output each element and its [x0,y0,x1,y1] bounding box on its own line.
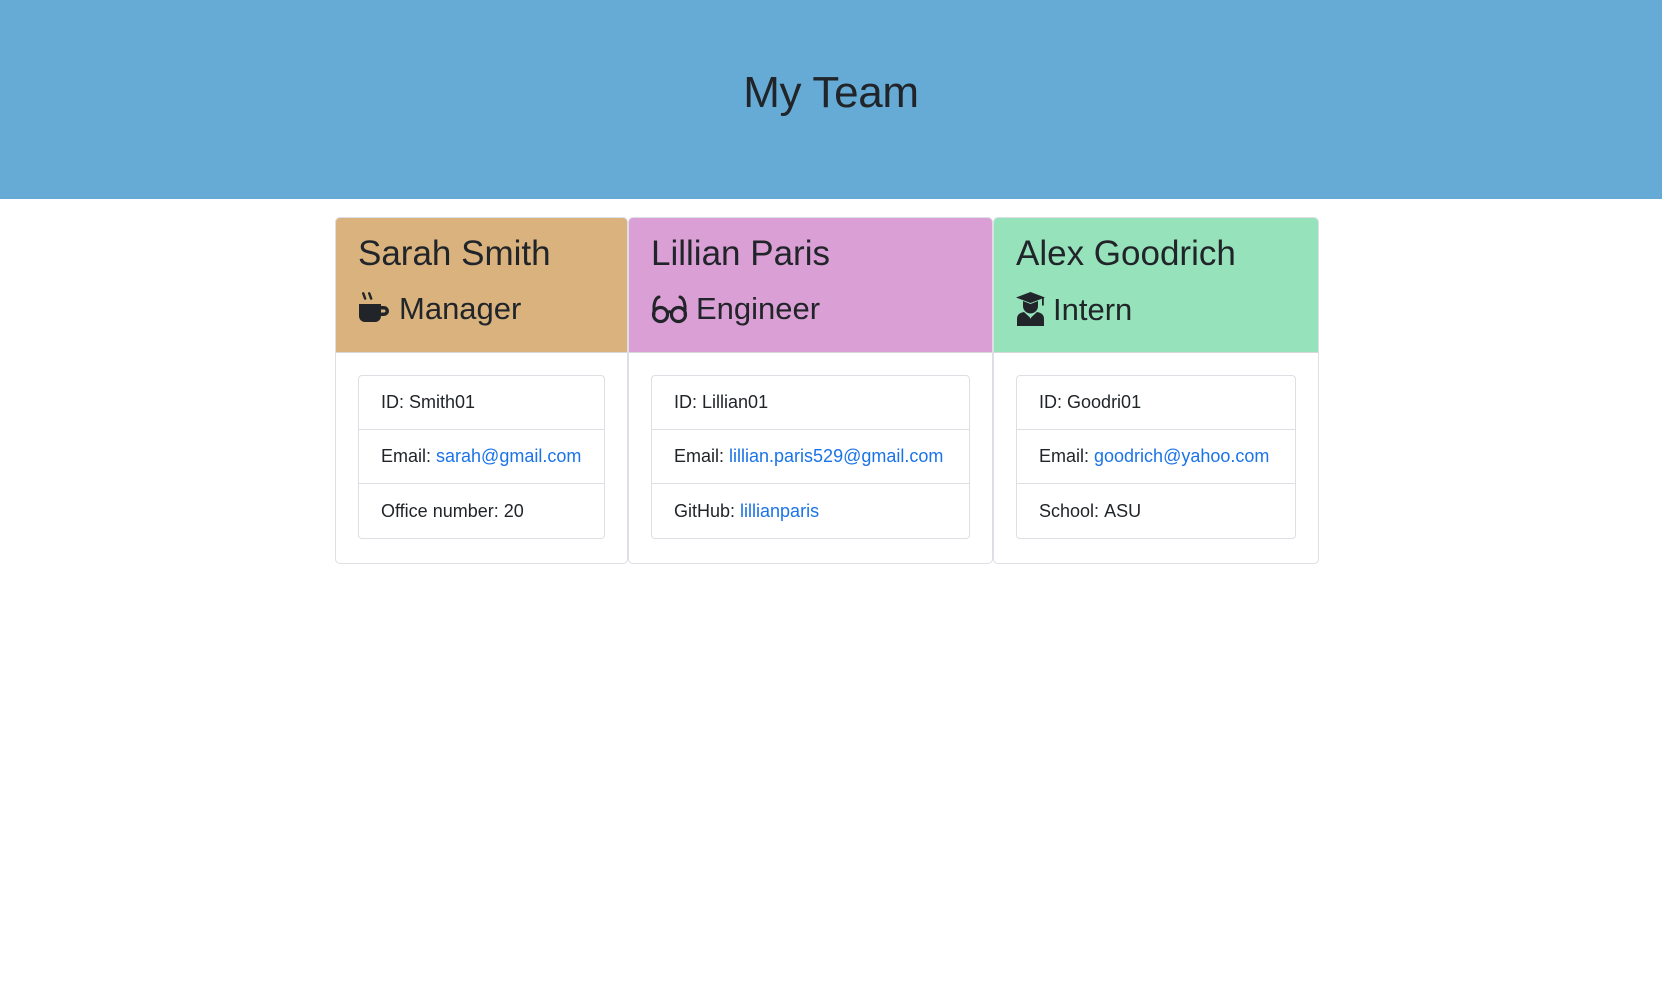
role-label: Intern [1053,291,1133,327]
id-value: Lillian01 [702,392,769,412]
list-item-github: GitHub: lillianparis [652,484,969,538]
role-label: Manager [399,290,522,326]
employee-role: Intern [1016,292,1296,326]
github-link[interactable]: lillianparis [740,501,819,522]
id-value: Goodri01 [1067,392,1142,412]
card-body: ID: Smith01 Email: sarah@gmail.com Office… [336,353,627,561]
office-number-label: Office number: [381,500,499,521]
list-item-id: ID: Lillian01 [652,376,969,430]
details-list: ID: Lillian01 Email: lillian.paris529@gma… [651,375,970,539]
email-link[interactable]: lillian.paris529@gmail.com [729,446,943,467]
email-link[interactable]: sarah@gmail.com [436,446,581,467]
card-body: ID: Lillian01 Email: lillian.paris529@gma… [629,353,992,561]
glasses-icon [651,292,688,324]
employee-role: Engineer [651,292,970,324]
list-item-email: Email: sarah@gmail.com [359,430,604,484]
card-header: Alex Goodrich Intern [994,218,1318,353]
page-title: My Team [743,67,919,117]
list-item-email: Email: lillian.paris529@gmail.com [652,430,969,484]
employee-name: Alex Goodrich [1016,234,1236,273]
email-label: Email: [1039,446,1090,466]
github-label: GitHub: [674,500,736,521]
list-item-email: Email: goodrich@yahoo.com [1017,430,1295,484]
school-value: ASU [1104,500,1142,521]
card-body: ID: Goodri01 Email: goodrich@yahoo.com Sc… [994,353,1318,561]
id-label: ID: [1039,392,1063,412]
graduate-icon [1016,292,1045,326]
employee-name: Sarah Smith [358,234,551,273]
list-item-id: ID: Goodri01 [1017,376,1295,430]
email-link[interactable]: goodrich@yahoo.com [1094,446,1269,467]
id-label: ID: [674,392,698,412]
employee-card-manager: Sarah Smith Manager ID: Smith01 Email: sa… [335,217,628,564]
details-list: ID: Goodri01 Email: goodrich@yahoo.com Sc… [1016,375,1296,539]
list-item-school: School: ASU [1017,484,1295,538]
list-item-id: ID: Smith01 [359,376,604,430]
employee-name: Lillian Paris [651,234,830,273]
email-label: Email: [381,446,432,466]
details-list: ID: Smith01 Email: sarah@gmail.com Office… [358,375,605,539]
coffee-icon [358,292,391,324]
employee-card-intern: Alex Goodrich Intern ID: Goodri01 Email:… [993,217,1319,564]
employee-role: Manager [358,292,605,324]
card-header: Lillian Paris Engineer [629,218,992,353]
email-label: Email: [674,446,725,466]
header-banner: My Team [0,0,1662,199]
school-label: School: [1039,500,1100,521]
list-item-office-number: Office number: 20 [359,484,604,538]
card-header: Sarah Smith Manager [336,218,627,353]
id-label: ID: [381,392,405,412]
id-value: Smith01 [409,392,476,412]
role-label: Engineer [696,290,821,326]
employee-card-engineer: Lillian Paris Engineer ID: Lillian01 Ema… [628,217,993,564]
office-number-value: 20 [503,500,524,521]
